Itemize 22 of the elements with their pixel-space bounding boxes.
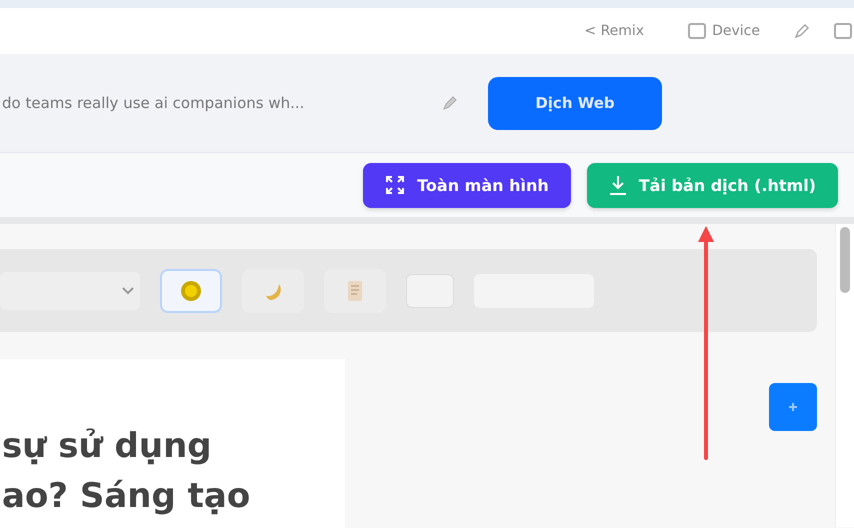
fullscreen-button[interactable]: Toàn màn hình xyxy=(363,162,571,208)
download-button[interactable]: Tải bản dịch (.html) xyxy=(586,162,838,208)
panel-icon[interactable] xyxy=(834,23,852,39)
device-icon xyxy=(688,23,706,39)
theme-button[interactable] xyxy=(324,268,386,312)
fullscreen-icon xyxy=(385,175,406,195)
theme-button[interactable] xyxy=(160,268,222,312)
edit-icon[interactable] xyxy=(794,23,810,39)
pencil-icon[interactable] xyxy=(442,95,458,111)
translate-button[interactable]: Dịch Web xyxy=(488,76,662,130)
voice-dropdown[interactable] xyxy=(0,272,140,310)
url-field[interactable]: do teams really use ai companions wh... xyxy=(2,94,442,112)
plus-icon xyxy=(788,402,798,412)
scrollbar[interactable] xyxy=(835,224,854,527)
scroll-icon xyxy=(345,278,365,302)
sun-icon xyxy=(180,280,202,302)
article-heading: ao? Sáng tạo xyxy=(2,475,252,518)
theme-button[interactable] xyxy=(242,268,304,312)
caret-icon xyxy=(122,286,134,294)
add-button[interactable] xyxy=(769,383,817,431)
article-heading: sự sử dụng xyxy=(2,425,213,468)
download-icon xyxy=(608,175,627,195)
